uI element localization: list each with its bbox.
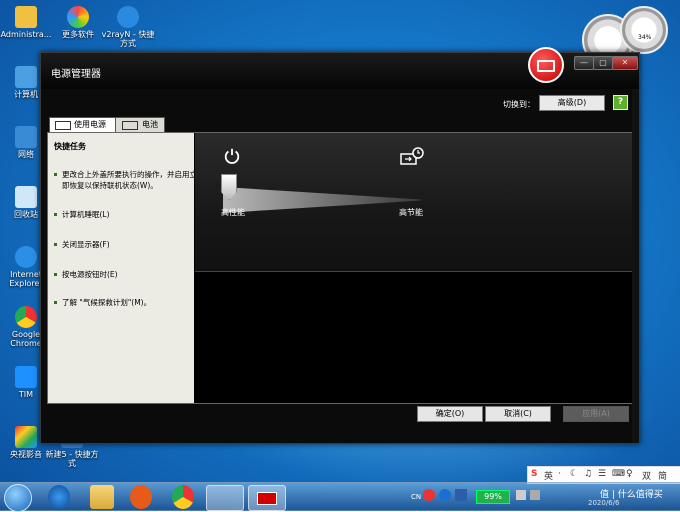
taskbar-power-manager-icon[interactable] xyxy=(248,485,286,511)
taskbar-chrome-icon[interactable] xyxy=(172,485,194,509)
sogou-tray-icon[interactable] xyxy=(423,489,435,501)
title-bar[interactable]: 电源管理器 — ▢ ✕ xyxy=(41,47,639,89)
icon-label: v2rayN - 快捷方式 xyxy=(101,30,155,48)
icon-label: 新建5 - 快捷方式 xyxy=(45,450,99,468)
start-button[interactable] xyxy=(4,484,32,512)
v-logo-icon xyxy=(117,6,139,28)
power-manager-window: 电源管理器 — ▢ ✕ 切换到： 高级(D) ? 使用电源 电池 快捷任务 更改… xyxy=(40,47,640,444)
sogou-icon[interactable]: S xyxy=(531,469,537,479)
cctv-icon xyxy=(15,426,37,448)
computer-icon xyxy=(15,66,37,88)
window-scrollbar[interactable] xyxy=(632,89,639,443)
tim-icon xyxy=(15,366,37,388)
ime-double-pinyin[interactable]: 双 xyxy=(642,469,651,482)
gauge-percent: 34% xyxy=(638,34,652,41)
taskbar-ie-icon[interactable] xyxy=(48,485,70,509)
icon-label: 央视影音 xyxy=(10,450,42,459)
battery-tray-indicator[interactable]: 99% xyxy=(476,490,510,504)
plug-icon xyxy=(55,121,71,130)
taskbar-explorer-icon[interactable] xyxy=(90,485,114,509)
ime-skin-icon[interactable]: ☾ xyxy=(570,469,578,479)
ime-voice-icon[interactable]: ♫ xyxy=(584,469,592,479)
battery-red-icon xyxy=(257,492,277,505)
power-icon xyxy=(224,148,240,164)
speaker-tray-icon[interactable] xyxy=(530,490,540,500)
taskbar-media-icon[interactable] xyxy=(130,485,152,509)
icon-label: Google Chrome xyxy=(10,330,42,348)
icon-label: 计算机 xyxy=(14,90,38,99)
language-indicator[interactable]: CN xyxy=(411,493,421,501)
taskbar-network-app-icon[interactable] xyxy=(206,485,244,511)
icon-label: Administra... xyxy=(0,30,52,39)
quick-task-learn-more[interactable]: 了解 "气候探救计划"(M)。 xyxy=(54,297,198,308)
taskbar: CN 2020/6/6 值 | 什么值得买 xyxy=(0,482,680,512)
tab-battery[interactable]: 电池 xyxy=(115,117,165,132)
maximize-button[interactable]: ▢ xyxy=(593,56,613,70)
desktop-icon-more-software[interactable]: 更多软件 xyxy=(50,6,106,39)
icon-label: 网络 xyxy=(18,150,34,159)
apply-button[interactable]: 应用(A) xyxy=(563,406,629,422)
quick-tasks-title: 快捷任务 xyxy=(54,142,86,151)
quick-task-lid-action[interactable]: 更改合上外盖所要执行的操作，并启用立即恢复以保持联机状态(W)。 xyxy=(54,169,198,191)
battery-badge-icon xyxy=(528,47,564,83)
quick-tasks-panel: 快捷任务 更改合上外盖所要执行的操作，并启用立即恢复以保持联机状态(W)。 计算… xyxy=(48,133,197,403)
clock-date[interactable]: 2020/6/6 xyxy=(588,499,619,507)
window-title: 电源管理器 xyxy=(51,69,101,80)
internet-explorer-icon xyxy=(15,246,37,268)
icon-label: 更多软件 xyxy=(62,30,94,39)
icon-label: TIM xyxy=(18,390,34,399)
power-saver-icon xyxy=(400,147,424,165)
advanced-button[interactable]: 高级(D) xyxy=(539,95,605,111)
watermark: 值 | 什么值得买 xyxy=(600,490,663,500)
minimize-button[interactable]: — xyxy=(574,56,594,70)
power-plan-area: 高性能 高节能 xyxy=(195,133,638,272)
pinwheel-icon xyxy=(67,6,89,28)
battery-icon xyxy=(122,121,138,130)
high-performance-label: 高性能 xyxy=(221,208,245,217)
chrome-icon xyxy=(15,306,37,328)
recycle-bin-icon xyxy=(15,186,37,208)
keyboard-tray-icon[interactable] xyxy=(455,489,467,501)
monitor-tray-icon[interactable] xyxy=(516,490,526,500)
ime-mode[interactable]: 英 xyxy=(544,469,553,482)
tab-label: 使用电源 xyxy=(74,120,106,129)
help-tray-icon[interactable] xyxy=(439,489,451,501)
close-button[interactable]: ✕ xyxy=(612,56,638,70)
tab-label: 电池 xyxy=(142,120,158,129)
quick-task-sleep[interactable]: 计算机睡眠(L) xyxy=(54,209,198,220)
desktop-icon-administrator[interactable]: Administra... xyxy=(0,6,54,39)
ime-menu-icon[interactable]: ☰ xyxy=(598,469,606,479)
high-saving-label: 高节能 xyxy=(399,208,423,217)
performance-slider-track[interactable] xyxy=(223,187,421,213)
icon-label: Internet Explorer xyxy=(9,270,43,288)
ime-keyboard-icon[interactable]: ⌨ xyxy=(612,469,625,479)
icon-label: 回收站 xyxy=(14,210,38,219)
quick-task-power-button[interactable]: 按电源按钮时(E) xyxy=(54,269,198,280)
folder-icon xyxy=(15,6,37,28)
help-icon[interactable]: ? xyxy=(613,95,628,110)
ime-user-icon[interactable]: ♀ xyxy=(626,469,633,479)
cancel-button[interactable]: 取消(C) xyxy=(485,406,551,422)
tab-panel: 快捷任务 更改合上外盖所要执行的操作，并启用立即恢复以保持联机状态(W)。 计算… xyxy=(47,132,639,404)
memory-gauge-gadget[interactable]: 34% xyxy=(620,6,668,54)
network-icon xyxy=(15,126,37,148)
ime-simplified[interactable]: 简 xyxy=(658,469,667,482)
desktop-icon-v2rayn[interactable]: v2rayN - 快捷方式 xyxy=(100,6,156,48)
ime-punct[interactable]: · xyxy=(558,469,561,479)
quick-task-display-off[interactable]: 关闭显示器(F) xyxy=(54,239,198,250)
switch-to-label: 切换到： xyxy=(503,100,535,109)
ok-button[interactable]: 确定(O) xyxy=(417,406,483,422)
tab-use-power[interactable]: 使用电源 xyxy=(49,117,121,132)
